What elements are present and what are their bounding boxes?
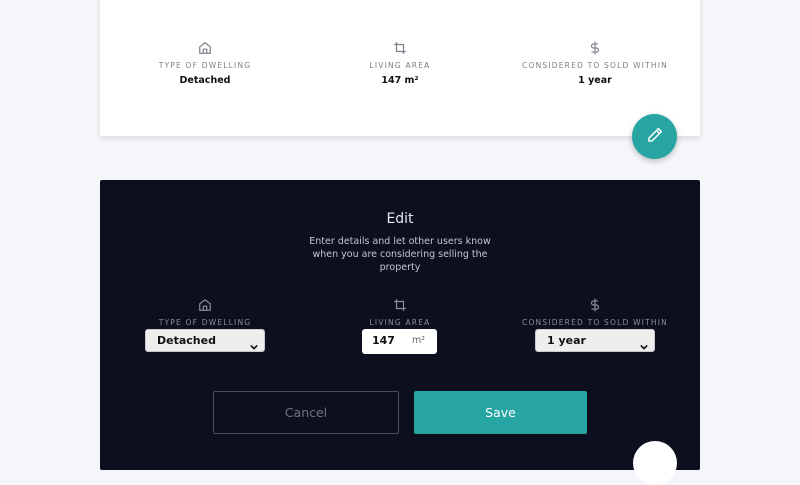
summary-living-area: LIVING AREA 147 m² bbox=[300, 40, 500, 86]
property-summary-card: TYPE OF DWELLING Detached LIVING AREA 14… bbox=[100, 0, 700, 136]
edit-fab-button[interactable] bbox=[632, 114, 677, 159]
chevron-down-icon bbox=[640, 337, 648, 358]
summary-type-value: Detached bbox=[179, 75, 231, 86]
chevron-down-icon bbox=[250, 337, 258, 358]
summary-area-value: 147 m² bbox=[381, 75, 419, 86]
crop-icon bbox=[300, 297, 500, 313]
summary-sold-value: 1 year bbox=[578, 75, 612, 86]
sold-within-selected: 1 year bbox=[547, 334, 586, 347]
living-area-input[interactable]: 147 m² bbox=[362, 329, 437, 354]
edit-panel: Edit Enter details and let other users k… bbox=[100, 180, 700, 470]
pencil-icon bbox=[646, 126, 664, 148]
dollar-icon bbox=[495, 40, 695, 56]
save-button[interactable]: Save bbox=[414, 391, 587, 434]
summary-sold-label: CONSIDERED TO SOLD WITHIN bbox=[522, 61, 668, 70]
field-type-label: TYPE OF DWELLING bbox=[158, 318, 252, 327]
summary-type-label: TYPE OF DWELLING bbox=[158, 61, 252, 70]
summary-sold-within: CONSIDERED TO SOLD WITHIN 1 year bbox=[495, 40, 695, 86]
summary-area-label: LIVING AREA bbox=[369, 61, 431, 70]
floating-action-button[interactable] bbox=[633, 441, 677, 485]
dwelling-type-select[interactable]: Detached bbox=[145, 329, 265, 352]
sold-within-select[interactable]: 1 year bbox=[535, 329, 655, 352]
field-area-label: LIVING AREA bbox=[369, 318, 431, 327]
summary-type-of-dwelling: TYPE OF DWELLING Detached bbox=[105, 40, 305, 86]
cancel-button[interactable]: Cancel bbox=[213, 391, 399, 434]
crop-icon bbox=[300, 40, 500, 56]
house-icon bbox=[105, 40, 305, 56]
field-sold-within: CONSIDERED TO SOLD WITHIN bbox=[495, 297, 695, 327]
living-area-unit: m² bbox=[412, 335, 426, 346]
dwelling-type-selected: Detached bbox=[157, 334, 216, 347]
field-type-of-dwelling: TYPE OF DWELLING bbox=[105, 297, 305, 327]
field-living-area: LIVING AREA bbox=[300, 297, 500, 327]
house-icon bbox=[105, 297, 305, 313]
edit-title: Edit bbox=[386, 211, 414, 227]
edit-description: Enter details and let other users know w… bbox=[309, 236, 491, 273]
living-area-value: 147 bbox=[372, 334, 395, 347]
dollar-icon bbox=[495, 297, 695, 313]
field-sold-label: CONSIDERED TO SOLD WITHIN bbox=[522, 318, 668, 327]
